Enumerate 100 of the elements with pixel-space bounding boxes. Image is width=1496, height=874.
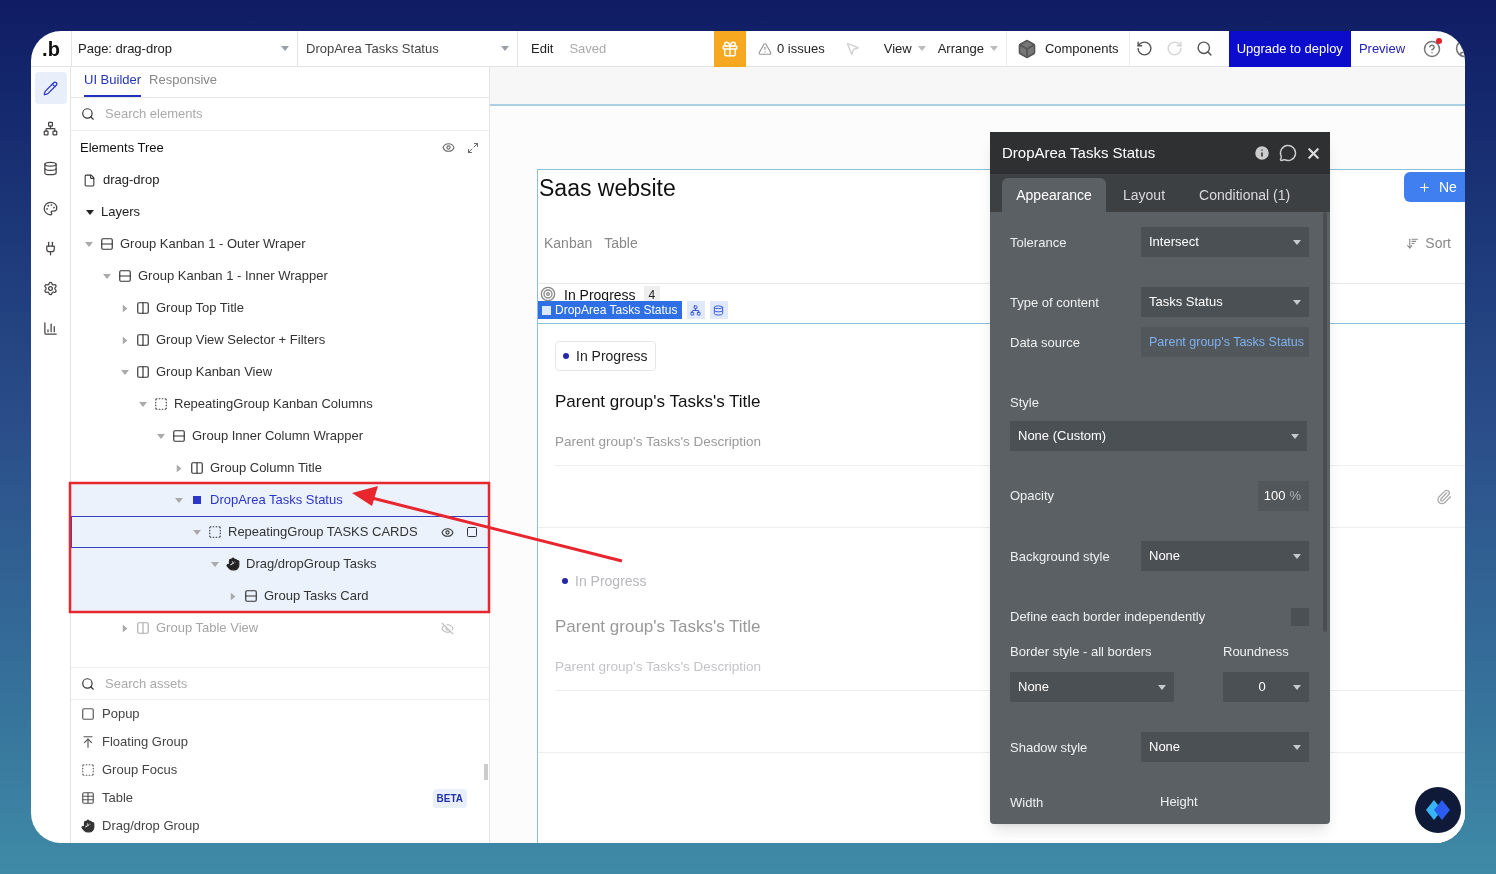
panel-tab[interactable]: Appearance (1002, 178, 1106, 212)
sidebar-tab[interactable] (34, 72, 67, 104)
square-icon (81, 707, 95, 721)
caret-icon (230, 592, 236, 600)
tree-item[interactable]: Group Kanban 1 - Outer Wraper (71, 228, 489, 260)
number-field[interactable]: 100 % (1258, 481, 1309, 511)
expand-icon[interactable] (467, 141, 479, 154)
page-dropdown[interactable]: Page: drag-drop (71, 31, 298, 66)
asset-item[interactable]: Table BETA (71, 784, 489, 812)
page-title: Saas website (538, 174, 676, 203)
column-title: In Progress (564, 286, 636, 304)
rows-icon (118, 269, 132, 283)
menu-dropdown[interactable]: View (883, 38, 926, 59)
dropdown[interactable]: Tasks Status (1141, 287, 1309, 317)
field-label: Shadow style (1010, 740, 1088, 755)
caret-icon (1293, 684, 1301, 690)
dropdown[interactable]: None (Custom) (1010, 421, 1307, 451)
issues-button[interactable]: 0 issues (758, 38, 825, 59)
hierarchy-icon[interactable] (686, 301, 705, 319)
tree-item[interactable]: Group Kanban View (71, 356, 489, 388)
hand-icon (226, 557, 240, 571)
new-button[interactable]: Ne (1404, 172, 1465, 202)
search-field[interactable]: Search assets (105, 673, 281, 694)
field-label: Data source (1010, 335, 1081, 350)
tree-item[interactable]: Layers (71, 196, 489, 228)
tree-item[interactable]: Group Kanban 1 - Inner Wrapper (71, 260, 489, 292)
tree-item[interactable]: RepeatingGroup Kanban Columns (71, 388, 489, 420)
tree-item[interactable]: Group Top Title (71, 292, 489, 324)
caret-icon (157, 433, 165, 439)
dropdown[interactable]: None (1141, 732, 1309, 762)
sort-button[interactable]: Sort (1406, 232, 1451, 254)
plug-icon (43, 240, 58, 256)
view-tab[interactable]: Kanban (544, 232, 593, 254)
status-label: In Progress (576, 346, 648, 366)
upgrade-button[interactable]: Upgrade to deploy (1228, 31, 1351, 67)
field-label: Define each border independently (1010, 608, 1206, 627)
tree-item[interactable]: RepeatingGroup TASKS CARDS (71, 516, 489, 548)
tree-item[interactable]: Group Tasks Card (71, 580, 489, 612)
eye-icon[interactable] (441, 525, 454, 539)
element-tag[interactable]: DropArea Tasks Status (538, 301, 682, 319)
hand-icon (81, 819, 95, 833)
caret-icon (193, 529, 201, 535)
dropdown[interactable]: None (1141, 541, 1309, 571)
dropdown[interactable]: None (1010, 672, 1174, 702)
field-label: Height (1160, 793, 1198, 812)
dropdown[interactable]: Intersect (1141, 227, 1309, 257)
tree-title: Elements Tree (80, 138, 164, 157)
columns-icon (136, 621, 150, 635)
columns-icon (190, 461, 204, 475)
help-icon[interactable] (1423, 39, 1442, 58)
panel-title: DropArea Tasks Status (1002, 142, 1156, 163)
page-icon (83, 173, 96, 187)
edit-menu[interactable]: Edit (531, 38, 554, 59)
panel-tab[interactable]: Responsive (149, 69, 217, 97)
tree-item[interactable]: Group Inner Column Wrapper (71, 420, 489, 452)
app-logo[interactable]: .b (42, 33, 60, 64)
plus-icon (1418, 180, 1431, 194)
sort-icon (1406, 236, 1420, 250)
caret-icon (175, 497, 183, 503)
tree-item[interactable]: Group View Selector + Filters (71, 324, 489, 356)
database-icon[interactable] (709, 301, 728, 319)
panel-tab[interactable]: Conditional (1) (1182, 178, 1308, 212)
tree-item[interactable]: drag-drop (71, 164, 489, 196)
dropdown[interactable]: 0 (1223, 672, 1309, 702)
caret-icon (85, 241, 93, 247)
columns-icon (136, 365, 150, 379)
tree-item[interactable]: DropArea Tasks Status (71, 484, 489, 516)
components-button[interactable]: Components (1006, 31, 1130, 66)
panel-tab[interactable]: UI Builder (84, 69, 142, 97)
caret-icon (122, 336, 128, 344)
asset-item[interactable]: Popup (71, 700, 489, 728)
tree-item[interactable]: Drag/dropGroup Tasks (71, 548, 489, 580)
asset-item[interactable]: Group Focus (71, 756, 489, 784)
gift-icon (721, 39, 739, 58)
columns-icon (136, 301, 150, 315)
card-title: Parent group's Tasks's Title (555, 616, 761, 638)
undo-icon[interactable] (1136, 40, 1154, 57)
search-field[interactable]: Search elements (105, 104, 281, 124)
database-icon (43, 160, 58, 176)
eye-icon[interactable] (442, 141, 455, 154)
info-icon[interactable] (1253, 144, 1271, 162)
view-tab[interactable]: Table (604, 232, 638, 254)
card-title: Parent group's Tasks's Title (555, 391, 761, 413)
element-dropdown[interactable]: DropArea Tasks Status (298, 31, 518, 66)
card-description: Parent group's Tasks's Description (555, 658, 761, 676)
pencil-icon (43, 80, 58, 96)
bar-chart-icon (43, 320, 58, 336)
tree-item[interactable]: Group Column Title (71, 452, 489, 484)
asset-item[interactable]: Drag/drop Group (71, 812, 489, 840)
asset-item[interactable]: Floating Group (71, 728, 489, 756)
caret-icon (122, 304, 128, 312)
panel-tab[interactable]: Layout (1106, 178, 1183, 212)
comment-icon[interactable] (1279, 144, 1297, 162)
search-icon[interactable] (1196, 40, 1214, 57)
caret-icon (917, 46, 926, 51)
square-icon[interactable] (466, 526, 478, 538)
caret-icon (86, 209, 94, 215)
preview-link[interactable]: Preview (1358, 38, 1406, 59)
menu-dropdown[interactable]: Arrange (937, 38, 998, 59)
columns-icon (136, 333, 150, 347)
